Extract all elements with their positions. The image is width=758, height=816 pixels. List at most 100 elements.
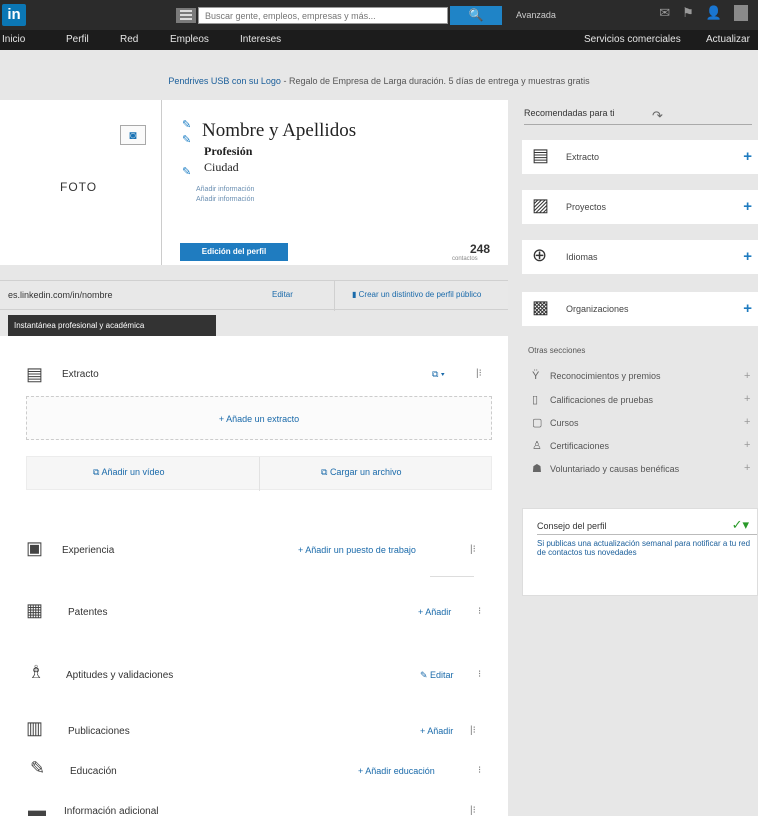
recommended-card-proyectos[interactable]: ▨ Proyectos + [522, 190, 758, 224]
volunteer-icon: ☗ [532, 463, 542, 475]
promo-banner[interactable]: Pendrives USB con su Logo - Regalo de Em… [0, 70, 758, 92]
profile-name: Nombre y Apellidos [202, 120, 357, 141]
section-tab[interactable]: Instantánea profesional y académica [8, 315, 216, 337]
other-sections-title: Otras secciones [528, 346, 586, 355]
more-icon[interactable]: |⁝ [470, 725, 476, 736]
tip-text[interactable]: Si publicas una actualización semanal pa… [537, 539, 758, 557]
course-icon: ▢ [532, 417, 543, 429]
connections-count[interactable]: 248 [470, 242, 490, 256]
nav-item-inicio[interactable]: Inicio [2, 34, 25, 45]
more-icon[interactable]: |⁝ [470, 805, 476, 816]
add-info-link[interactable]: Añadir información [196, 186, 254, 193]
add-extract-button[interactable]: + Añade un extracto [26, 396, 492, 440]
message-icon[interactable]: ✉ [659, 5, 670, 21]
menu-icon[interactable] [176, 8, 196, 23]
add-video-button[interactable]: ⧉ Añadir un vídeo [93, 467, 164, 478]
add-icon[interactable]: + [744, 393, 750, 405]
add-icon[interactable]: + [744, 416, 750, 428]
nav-bar: Inicio Perfil Red Empleos Intereses Serv… [0, 30, 758, 50]
publications-icon: ▥ [26, 718, 44, 738]
nav-item-actualizar[interactable]: Actualizar [706, 34, 750, 45]
recommended-card-idiomas[interactable]: ⊕ Idiomas + [522, 240, 758, 274]
additional-info-icon: ▬ [28, 800, 46, 816]
nav-item-perfil[interactable]: Perfil [66, 34, 89, 45]
profile-city: Ciudad [204, 160, 239, 174]
check-icon[interactable]: ✓▾ [732, 517, 749, 533]
more-icon[interactable]: ⁝ [478, 765, 481, 776]
public-badge-link[interactable]: ▮ Crear un distintivo de perfil público [352, 290, 481, 299]
linkedin-logo[interactable]: in [2, 4, 26, 26]
add-publication-button[interactable]: + Añadir [420, 726, 453, 736]
avatar[interactable] [734, 5, 748, 21]
edit-url-link[interactable]: Editar [272, 290, 293, 299]
globe-icon: ⊕ [532, 245, 548, 265]
recommended-title: Recomendadas para ti [524, 108, 615, 118]
profile-tip-card: Consejo del perfil ✓▾ Si publicas una ac… [522, 508, 758, 596]
upload-file-button[interactable]: ⧉ Cargar un archivo [321, 467, 401, 478]
education-icon: ✎ [30, 758, 46, 778]
other-section-item[interactable]: ☗ Voluntariado y causas benéficas [532, 462, 679, 475]
edit-pencil-icon[interactable]: ✎ [182, 118, 191, 131]
curved-arrow-icon: ↷ [652, 108, 663, 123]
add-icon[interactable]: + [744, 370, 750, 382]
flag-icon[interactable]: ⚑ [682, 5, 694, 21]
section-publicaciones-title: Publicaciones [68, 726, 130, 737]
add-icon[interactable]: + [743, 248, 752, 265]
edit-pencil-icon[interactable]: ✎ [182, 165, 191, 178]
add-icon[interactable]: + [744, 462, 750, 474]
other-section-item[interactable]: ▢ Cursos [532, 416, 579, 429]
add-job-button[interactable]: + Añadir un puesto de trabajo [298, 545, 416, 555]
add-icon[interactable]: + [744, 439, 750, 451]
search-button[interactable]: 🔍 [450, 6, 502, 25]
add-patent-button[interactable]: + Añadir [418, 607, 451, 617]
edit-pencil-icon[interactable]: ✎ [182, 133, 191, 146]
search-input[interactable] [198, 7, 448, 24]
section-aptitudes-title: Aptitudes y validaciones [66, 670, 174, 681]
advanced-search-link[interactable]: Avanzada [516, 10, 556, 20]
recommended-card-organizaciones[interactable]: ▩ Organizaciones + [522, 292, 758, 326]
profile-photo[interactable]: ◙ FOTO [0, 100, 162, 265]
clipboard-icon: ▨ [532, 195, 550, 215]
other-section-item[interactable]: Ÿ Reconocimientos y premios [532, 370, 661, 382]
experience-icon: ▣ [26, 538, 44, 558]
camera-icon[interactable]: ◙ [120, 125, 146, 145]
section-extracto-title: Extracto [62, 369, 99, 380]
more-icon[interactable]: ⁝ [478, 669, 481, 680]
certificate-icon: ♙ [532, 440, 542, 452]
add-education-button[interactable]: + Añadir educación [358, 766, 435, 776]
recommended-card-extracto[interactable]: ▤ Extracto + [522, 140, 758, 174]
summary-icon: ▤ [26, 364, 44, 384]
other-section-item[interactable]: ♙ Certificaciones [532, 439, 609, 452]
section-experiencia-title: Experiencia [62, 545, 115, 556]
other-section-item[interactable]: ▯ Calificaciones de pruebas [532, 393, 653, 406]
more-icon[interactable]: |⁝ [470, 544, 476, 555]
edit-skills-button[interactable]: ✎ Editar [420, 670, 454, 681]
skills-icon: ♗ [28, 662, 45, 682]
nav-item-red[interactable]: Red [120, 34, 138, 45]
connections-label: contactos [452, 256, 478, 262]
nav-item-empleos[interactable]: Empleos [170, 34, 209, 45]
edit-profile-button[interactable]: Edición del perfil [180, 243, 288, 261]
organization-icon: ▩ [532, 297, 550, 317]
add-icon[interactable]: + [743, 148, 752, 165]
public-url-bar: es.linkedin.com/in/nombre Editar ▮ Crear… [0, 280, 508, 311]
add-media-icon[interactable]: ⧉ ▾ [432, 369, 445, 380]
patents-icon: ▦ [26, 600, 44, 620]
promo-link[interactable]: Pendrives USB con su Logo [168, 76, 281, 86]
add-info-link[interactable]: Añadir información [196, 196, 254, 203]
document-icon: ▤ [532, 145, 550, 165]
more-icon[interactable]: |⁝ [476, 368, 482, 379]
profile-headline: Profesión [204, 144, 253, 158]
top-bar: in 🔍 Avanzada ✉ ⚑ 👤 [0, 0, 758, 30]
add-icon[interactable]: + [743, 198, 752, 215]
photo-label: FOTO [60, 180, 98, 194]
nav-item-intereses[interactable]: Intereses [240, 34, 281, 45]
add-icon[interactable]: + [743, 300, 752, 317]
section-patentes-title: Patentes [68, 607, 108, 618]
more-icon[interactable]: ⁝ [478, 606, 481, 617]
nav-item-servicios[interactable]: Servicios comerciales [584, 34, 681, 45]
test-icon: ▯ [532, 394, 539, 406]
tip-title: Consejo del perfil [537, 521, 607, 531]
award-icon: Ÿ [532, 370, 540, 382]
add-connection-icon[interactable]: 👤 [706, 5, 722, 21]
